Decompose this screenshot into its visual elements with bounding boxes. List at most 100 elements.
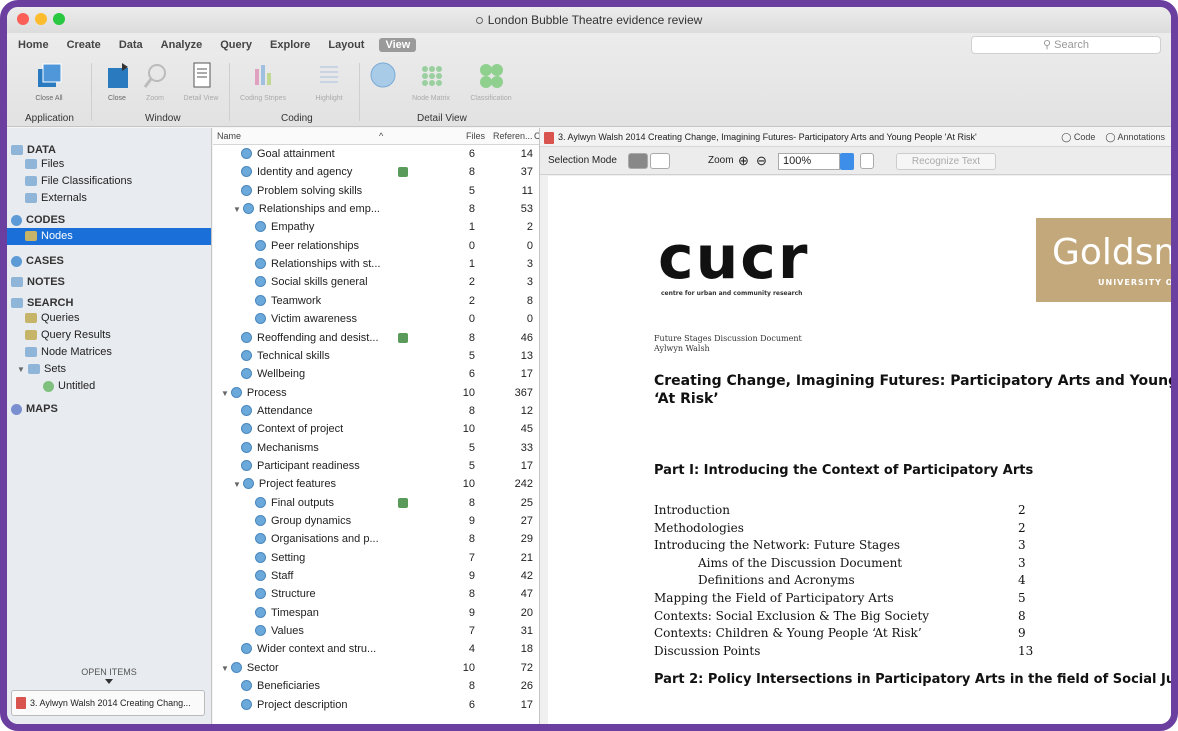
memo-link-icon[interactable] [398, 497, 408, 508]
tab-analyze[interactable]: Analyze [158, 38, 206, 52]
node-row[interactable]: Peer relationships 0 0 [213, 237, 539, 255]
memo-link-icon[interactable] [398, 332, 408, 343]
sidebar-item-file-classifications[interactable]: File Classifications [7, 173, 211, 190]
toc-entry[interactable]: Definitions and Acronyms [698, 572, 855, 588]
code-button[interactable]: ◯ Code [1061, 132, 1095, 142]
node-row[interactable]: Technical skills 5 13 [213, 347, 539, 365]
column-header-files[interactable]: Files [466, 128, 485, 144]
node-button[interactable] [359, 61, 407, 95]
toc-entry[interactable]: Discussion Points [654, 643, 760, 659]
sidebar-section-codes[interactable]: CODES [7, 212, 211, 229]
sidebar-section-maps[interactable]: MAPS [7, 401, 211, 418]
tab-explore[interactable]: Explore [267, 38, 313, 52]
sidebar-item-files[interactable]: Files [7, 156, 211, 173]
node-row[interactable]: Context of project 10 45 [213, 420, 539, 438]
node-row[interactable]: Goal attainment 6 14 [213, 145, 539, 163]
node-row[interactable]: ▼ Sector 10 72 [213, 659, 539, 677]
classification-icon [480, 64, 503, 88]
toc-entry[interactable]: Introducing the Network: Future Stages [654, 537, 900, 553]
toc-entry[interactable]: Contexts: Social Exclusion & The Big Soc… [654, 608, 929, 624]
disclosure-triangle-icon[interactable]: ▼ [221, 385, 229, 403]
node-row[interactable]: Organisations and p... 8 29 [213, 530, 539, 548]
recognize-text-button[interactable]: Recognize Text [896, 153, 996, 170]
node-row[interactable]: Empathy 1 2 [213, 218, 539, 236]
toc-entry[interactable]: Methodologies [654, 520, 744, 536]
node-row[interactable]: Project description 6 17 [213, 696, 539, 714]
node-row[interactable]: Reoffending and desist... 8 46 [213, 329, 539, 347]
sidebar-item-externals[interactable]: Externals [7, 190, 211, 207]
sidebar-section-cases[interactable]: CASES [7, 253, 211, 270]
sidebar-item-untitled[interactable]: Untitled [7, 378, 211, 395]
tab-data[interactable]: Data [116, 38, 146, 52]
node-row[interactable]: Staff 9 42 [213, 567, 539, 585]
node-row[interactable]: Identity and agency 8 37 [213, 163, 539, 181]
toc-entry[interactable]: Introduction [654, 502, 730, 518]
memo-link-icon[interactable] [398, 167, 408, 178]
zoom-out-icon[interactable]: ⊖ [756, 147, 767, 175]
tab-layout[interactable]: Layout [325, 38, 367, 52]
sort-ascending-icon[interactable]: ^ [379, 128, 383, 144]
node-row[interactable]: Teamwork 2 8 [213, 292, 539, 310]
minimize-window-button[interactable] [35, 13, 47, 25]
disclosure-triangle-icon[interactable]: ▼ [233, 201, 241, 219]
sidebar-item-queries[interactable]: Queries [7, 310, 211, 327]
zoom-window-button[interactable] [53, 13, 65, 25]
node-row[interactable]: ▼ Process 10 367 [213, 384, 539, 402]
sidebar-item-sets[interactable]: ▼ Sets [7, 361, 211, 378]
node-row[interactable]: ▼ Relationships and emp... 8 53 [213, 200, 539, 218]
node-row[interactable]: Participant readiness 5 17 [213, 457, 539, 475]
node-row[interactable]: Timespan 9 20 [213, 604, 539, 622]
open-items-header[interactable]: OPEN ITEMS [7, 667, 211, 684]
node-row[interactable]: Wider context and stru... 4 18 [213, 640, 539, 658]
node-matrix-button[interactable]: Node Matrix [407, 61, 455, 102]
fit-page-icon[interactable] [860, 153, 874, 169]
disclosure-triangle-icon[interactable]: ▼ [221, 660, 229, 678]
search-input[interactable]: ⚲ Search [971, 36, 1161, 54]
zoom-dropdown-button[interactable] [840, 153, 854, 170]
region-select-mode-button[interactable] [650, 153, 670, 169]
folder-icon [25, 193, 37, 204]
toc-entry[interactable]: Aims of the Discussion Document [698, 555, 902, 571]
node-row[interactable]: ▼ Project features 10 242 [213, 475, 539, 493]
open-item-document[interactable]: 3. Aylwyn Walsh 2014 Creating Chang... [11, 690, 205, 716]
node-row[interactable]: Beneficiaries 8 26 [213, 677, 539, 695]
annotations-button[interactable]: ◯ Annotations [1105, 132, 1165, 142]
highlight-button[interactable]: Highlight [305, 61, 353, 102]
tab-query[interactable]: Query [217, 38, 255, 52]
sidebar-item-query-results[interactable]: Query Results [7, 327, 211, 344]
close-all-button[interactable]: Close All [25, 61, 73, 102]
node-row[interactable]: Problem solving skills 5 11 [213, 182, 539, 200]
classification-button[interactable]: Classification [467, 61, 515, 102]
node-row[interactable]: Values 7 31 [213, 622, 539, 640]
node-row[interactable]: Social skills general 2 3 [213, 273, 539, 291]
disclosure-triangle-icon[interactable]: ▼ [233, 476, 241, 494]
node-row[interactable]: Structure 8 47 [213, 585, 539, 603]
node-row[interactable]: Group dynamics 9 27 [213, 512, 539, 530]
column-header-name[interactable]: Name [217, 128, 241, 144]
tab-create[interactable]: Create [64, 38, 104, 52]
tab-view[interactable]: View [379, 38, 417, 52]
node-row[interactable]: Wellbeing 6 17 [213, 365, 539, 383]
sidebar-item-node-matrices[interactable]: Node Matrices [7, 344, 211, 361]
node-row[interactable]: Victim awareness 0 0 [213, 310, 539, 328]
toc-entry[interactable]: Contexts: Children & Young People ‘At Ri… [654, 625, 922, 641]
node-row[interactable]: Mechanisms 5 33 [213, 439, 539, 457]
column-header-references[interactable]: Referen... [493, 128, 533, 144]
zoom-button[interactable]: Zoom [131, 61, 179, 102]
tab-home[interactable]: Home [15, 38, 52, 52]
disclosure-triangle-icon[interactable]: ▼ [17, 365, 25, 374]
sidebar-section-notes[interactable]: NOTES [7, 274, 211, 291]
node-row[interactable]: Final outputs 8 25 [213, 494, 539, 512]
text-select-mode-button[interactable] [628, 153, 648, 169]
zoom-level-input[interactable]: 100% [778, 153, 840, 170]
node-name: Staff [271, 570, 294, 583]
node-row[interactable]: Setting 7 21 [213, 549, 539, 567]
toc-entry[interactable]: Mapping the Field of Participatory Arts [654, 590, 894, 606]
zoom-in-icon[interactable]: ⊕ [738, 147, 749, 175]
coding-stripes-button[interactable]: Coding Stripes [239, 61, 287, 102]
node-row[interactable]: Relationships with st... 1 3 [213, 255, 539, 273]
detail-view-button[interactable]: Detail View [177, 61, 225, 102]
sidebar-item-nodes[interactable]: Nodes [7, 228, 211, 245]
node-row[interactable]: Attendance 8 12 [213, 402, 539, 420]
close-window-button[interactable] [17, 13, 29, 25]
